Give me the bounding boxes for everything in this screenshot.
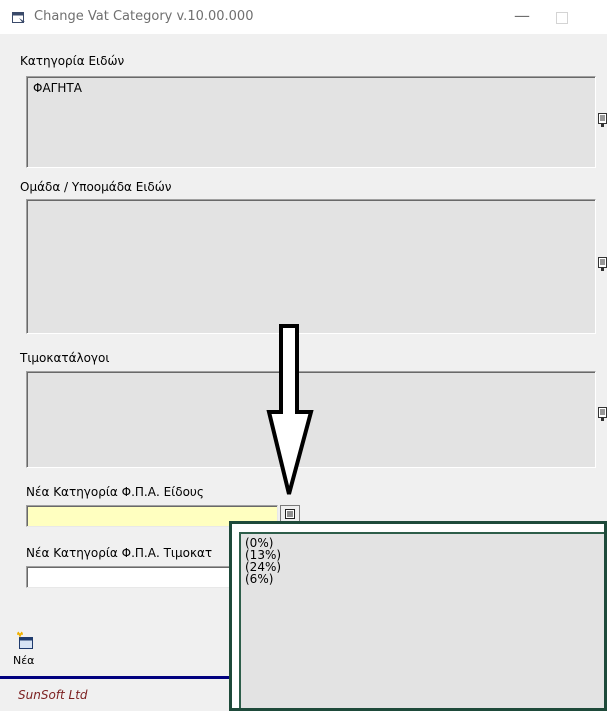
item-vat-label: Νέα Κατηγορία Φ.Π.Α. Είδους <box>26 485 204 499</box>
new-document-icon[interactable] <box>16 631 38 651</box>
vat-option[interactable]: (6%) <box>245 573 273 585</box>
categories-label: Κατηγορία Ειδών <box>20 54 125 68</box>
vat-options-list[interactable]: (0%) (13%) (24%) (6%) <box>239 532 604 708</box>
vat-dropdown-popup[interactable]: (0%) (13%) (24%) (6%) <box>229 521 607 711</box>
list-button-icon <box>598 113 607 127</box>
groups-listbox[interactable] <box>26 199 596 334</box>
company-label: SunSoft Ltd <box>18 688 88 702</box>
new-button-label[interactable]: Νέα <box>13 654 34 667</box>
maximize-button[interactable] <box>556 12 568 24</box>
list-button-icon <box>285 509 295 519</box>
window-app-icon <box>12 11 26 24</box>
window-title: Change Vat Category v.10.00.000 <box>34 9 254 24</box>
pricelist-vat-field[interactable] <box>26 566 236 588</box>
pricelists-label: Τιμοκατάλογοι <box>20 351 110 365</box>
pricelist-vat-label: Νέα Κατηγορία Φ.Π.Α. Τιμοκατ <box>26 546 213 560</box>
groups-label: Ομάδα / Υποομάδα Ειδών <box>20 180 172 194</box>
down-arrow-annotation <box>266 324 314 495</box>
list-item[interactable]: ΦΑΓΗΤΑ <box>33 81 82 95</box>
minimize-button[interactable]: — <box>510 6 534 26</box>
pricelists-select-button[interactable] <box>598 407 607 421</box>
status-separator <box>0 676 229 679</box>
categories-select-button[interactable] <box>598 113 607 127</box>
list-button-icon <box>598 407 607 421</box>
list-button-icon <box>598 257 607 271</box>
categories-listbox[interactable]: ΦΑΓΗΤΑ <box>26 76 596 168</box>
groups-select-button[interactable] <box>598 257 607 271</box>
